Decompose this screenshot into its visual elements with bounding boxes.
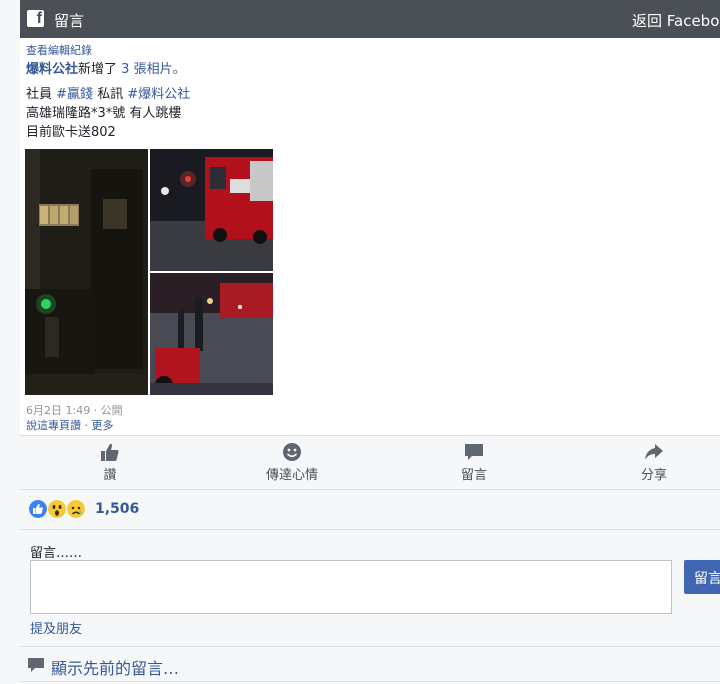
top-bar: f 留言 返回 Facebook	[20, 0, 720, 38]
comment-bubble-icon	[28, 658, 44, 672]
reaction-count[interactable]: 1,506	[95, 501, 139, 517]
line1-prefix: 社員	[26, 87, 53, 102]
photo-fire-truck[interactable]	[150, 149, 273, 271]
submit-comment-button[interactable]: 留言	[684, 560, 720, 594]
sad-reaction-icon	[67, 500, 85, 518]
divider	[20, 681, 720, 682]
action-bar: 讚 傳達心情 留言 分享	[20, 436, 720, 490]
post-card: 查看編輯紀錄 爆料公社新增了 3 張相片。 社員 #贏錢 私訊 #爆料公社 高雄…	[20, 38, 720, 436]
photo-grid	[25, 149, 273, 397]
photo-street-scene[interactable]	[150, 273, 273, 395]
react-label: 傳達心情	[265, 468, 318, 483]
message-line-2: 高雄瑞隆路*3*號 有人跳樓	[26, 106, 182, 121]
comments-page: f 留言 返回 Facebook 查看編輯紀錄 爆料公社新增了 3 張相片。 社…	[0, 0, 720, 684]
line1-mid: 私訊	[97, 87, 124, 102]
post-story: 爆料公社新增了 3 張相片。	[26, 58, 186, 77]
like-button[interactable]: 讚	[65, 442, 155, 483]
hashtag-link[interactable]: #爆料公社	[127, 87, 190, 102]
like-reaction-icon	[29, 500, 47, 518]
reactions-summary[interactable]: 1,506	[20, 490, 720, 530]
comment-bubble-icon	[465, 444, 483, 460]
edit-history-link[interactable]: 查看編輯紀錄	[26, 42, 92, 58]
comment-input[interactable]	[30, 560, 672, 614]
share-button[interactable]: 分享	[609, 442, 699, 483]
comment-field-label: 留言……	[30, 546, 83, 561]
story-suffix[interactable]: 張相片。	[134, 62, 186, 77]
previous-comments-link[interactable]: 顯示先前的留言…	[51, 655, 179, 679]
post-message: 社員 #贏錢 私訊 #爆料公社 高雄瑞隆路*3*號 有人跳樓 目前歐卡送802	[26, 85, 190, 142]
page-name-link[interactable]: 爆料公社	[26, 62, 78, 77]
hashtag-link[interactable]: #贏錢	[56, 87, 93, 102]
share-arrow-icon	[645, 444, 663, 460]
facebook-logo-icon: f	[27, 10, 44, 27]
mention-friends-link[interactable]: 提及朋友	[30, 618, 82, 637]
page-title: 留言	[54, 12, 85, 30]
share-label: 分享	[640, 468, 667, 483]
post-links[interactable]: 說這專頁讚 · 更多	[26, 417, 114, 433]
photo-count[interactable]: 3	[121, 62, 129, 77]
previous-comments-row[interactable]: 顯示先前的留言…	[20, 646, 720, 684]
photo-building-night[interactable]	[25, 149, 148, 395]
react-button[interactable]: 傳達心情	[247, 442, 337, 483]
like-label: 讚	[103, 468, 117, 483]
comment-label: 留言	[460, 468, 487, 483]
message-line-3: 目前歐卡送802	[26, 125, 116, 140]
smiley-icon	[283, 443, 301, 461]
post-timestamp[interactable]: 6月2日 1:49 · 公開	[26, 402, 123, 418]
wow-reaction-icon	[48, 500, 66, 518]
comment-button[interactable]: 留言	[429, 442, 519, 483]
thumbs-up-icon	[101, 443, 119, 461]
back-to-facebook-link[interactable]: 返回 Facebook	[632, 10, 720, 31]
story-prefix: 新增了	[78, 62, 118, 77]
